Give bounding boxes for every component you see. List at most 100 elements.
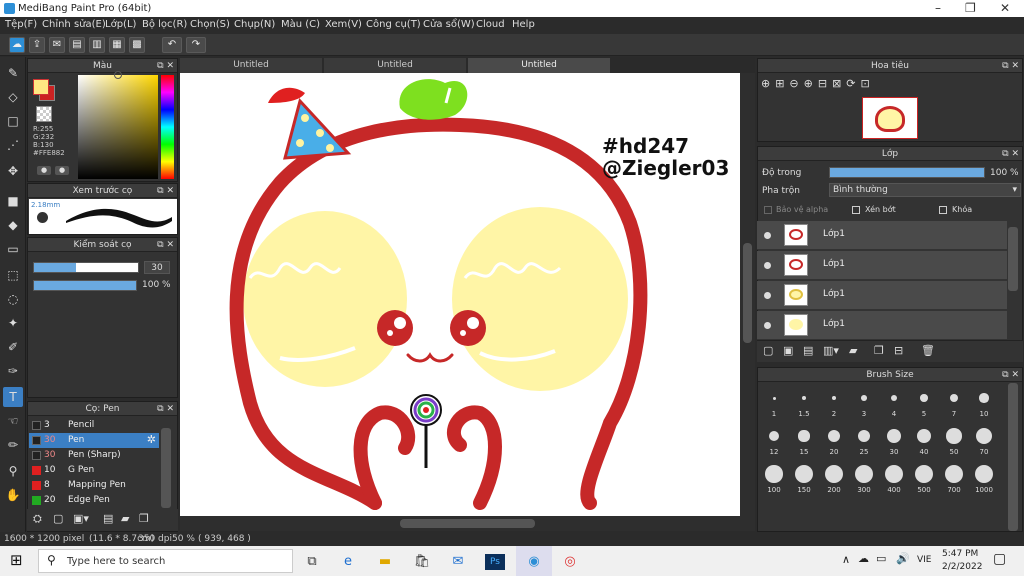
rectangle-tool-icon[interactable]: □ [3,111,23,131]
brush-item-pen-sharp[interactable]: 30 Pen (Sharp) [29,448,159,463]
note-icon[interactable]: ▥ [89,37,105,53]
brush-item-g-pen[interactable]: 10 G Pen [29,463,159,478]
merge-layer-icon[interactable]: ⊟ [894,344,903,357]
brush-size-option[interactable]: 30 [879,424,909,460]
brush-size-option[interactable]: 1.5 [789,386,819,422]
edge-browser-icon[interactable]: e [338,552,358,572]
brush-size-option[interactable]: 100 [759,462,789,498]
foreground-color-swatch[interactable] [33,79,49,95]
network-icon[interactable]: ▭ [876,552,886,565]
brush-size-option[interactable]: 7 [939,386,969,422]
new-brush-icon[interactable]: ▢ [53,512,63,525]
fill-rect-tool-icon[interactable]: ■ [3,191,23,211]
text-tool-icon[interactable]: T [3,387,23,407]
eyedropper-tool-icon[interactable]: ⚲ [3,461,23,481]
brush-item-pen[interactable]: 30 Pen ✲ [29,433,159,448]
clock-time[interactable]: 5:47 PM [942,549,978,559]
brush-size-option[interactable]: 1 [759,386,789,422]
canvas-horizontal-scrollbar[interactable] [180,516,755,531]
clock-date[interactable]: 2/2/2022 [942,562,982,572]
mail-icon[interactable]: ✉ [448,552,468,572]
duplicate-layer-icon[interactable]: ❐ [874,344,884,357]
palette-icon[interactable]: ● [37,166,51,175]
tiles-icon[interactable]: ▩ [129,37,145,53]
brush-item-mapping-pen[interactable]: 8 Mapping Pen [29,478,159,493]
medibang-icon[interactable]: ◉ [524,552,544,572]
magic-wand-tool-icon[interactable]: ✦ [3,313,23,333]
dot-tool-icon[interactable]: ⋰ [3,135,23,155]
eraser-tool-icon[interactable]: ◇ [3,87,23,107]
brush-item-pencil[interactable]: 3 Pencil [29,418,159,433]
new-8bit-layer-icon[interactable]: ▤ [803,344,813,357]
canvas-vertical-scrollbar[interactable] [740,73,755,516]
file-explorer-icon[interactable]: ▬ [375,552,395,572]
hand-tool-icon[interactable]: ✋ [3,485,23,505]
menu-color[interactable]: Màu (C) [281,19,320,30]
operation-tool-icon[interactable]: ☜ [3,411,23,431]
brush-size-option[interactable]: 150 [789,462,819,498]
chevron-up-icon[interactable]: ∧ [842,553,850,566]
store-icon[interactable]: 🛍 [412,552,432,572]
chrome-icon[interactable]: ◎ [560,552,580,572]
notification-icon[interactable]: ▢ [993,551,1006,567]
close-button[interactable]: ✕ [1000,1,1010,15]
navigator-controls[interactable]: ⊕⊞⊖⊕⊟⊠⟳⊡ [761,77,875,90]
taskbar-search-box[interactable]: ⚲ Type here to search [38,549,293,573]
lock-checkbox[interactable] [939,206,947,214]
volume-icon[interactable]: 🔊 [896,552,910,565]
tab-untitled-2[interactable]: Untitled [324,58,466,73]
menu-window[interactable]: Cửa sổ(W) [423,19,475,30]
menu-view[interactable]: Xem(V) [325,19,362,30]
brush-size-option[interactable]: 1000 [969,462,999,498]
menu-cloud[interactable]: Cloud [476,19,505,30]
move-tool-icon[interactable]: ✥ [3,161,23,181]
layer-row[interactable]: Lớp1 [757,311,1007,340]
brush-size-option[interactable]: 25 [849,424,879,460]
saturation-value-picker[interactable] [78,71,158,179]
menu-capture[interactable]: Chụp(N) [234,19,275,30]
tab-untitled-3[interactable]: Untitled [468,58,610,73]
brush-size-option[interactable]: 12 [759,424,789,460]
swap-icon[interactable]: ● [55,166,69,175]
menu-help[interactable]: Help [512,19,535,30]
add-layer-dropdown-icon[interactable]: ▥▾ [823,344,839,357]
brush-size-option[interactable]: 2 [819,386,849,422]
brush-size-option[interactable]: 500 [909,462,939,498]
add-brush-icon[interactable]: ⛭ [33,512,42,526]
document-icon[interactable]: ▤ [69,37,85,53]
menu-layer[interactable]: Lớp(L) [105,19,136,30]
eye-icon[interactable] [764,232,771,239]
brush-size-option[interactable]: 5 [909,386,939,422]
transparent-swatch[interactable] [36,106,52,122]
brush-size-slider[interactable] [33,262,139,273]
copy-icon[interactable]: ❐ [139,512,149,525]
menu-edit[interactable]: Chỉnh sửa(E) [42,19,106,30]
brush-size-option[interactable]: 20 [819,424,849,460]
brush-size-option[interactable]: 15 [789,424,819,460]
minimize-button[interactable]: – [935,1,941,15]
select-pen-tool-icon[interactable]: ✐ [3,337,23,357]
brush-tool-icon[interactable]: ✎ [3,63,23,83]
cloud-icon[interactable]: ☁ [9,37,25,53]
folder-icon[interactable]: ▰ [849,344,857,357]
brush-size-option[interactable]: 700 [939,462,969,498]
drawing-canvas[interactable]: #hd247 @Ziegler03 [180,73,740,516]
menu-file[interactable]: Tệp(F) [5,19,37,30]
eye-icon[interactable] [764,292,771,299]
brush-item-edge-pen[interactable]: 20 Edge Pen [29,493,159,508]
divide-tool-icon[interactable]: ✏ [3,435,23,455]
blend-mode-select[interactable]: Bình thường ▾ [829,183,1021,197]
brush-size-option[interactable]: 4 [879,386,909,422]
navigator-thumbnail[interactable] [862,97,918,139]
folder-icon[interactable]: ▰ [121,512,129,525]
layer-row[interactable]: Lớp1 [757,221,1007,250]
trash-icon[interactable]: 🗑 [921,344,935,357]
hue-slider[interactable] [161,75,174,179]
menu-tools[interactable]: Công cụ(T) [366,19,421,30]
lasso-tool-icon[interactable]: ◌ [3,289,23,309]
new-halftone-layer-icon[interactable]: ▣ [783,344,793,357]
select-tool-icon[interactable]: ⬚ [3,265,23,285]
brush-size-option[interactable]: 40 [909,424,939,460]
task-view-icon[interactable]: ⧉ [302,552,322,572]
brush-size-option[interactable]: 3 [849,386,879,422]
